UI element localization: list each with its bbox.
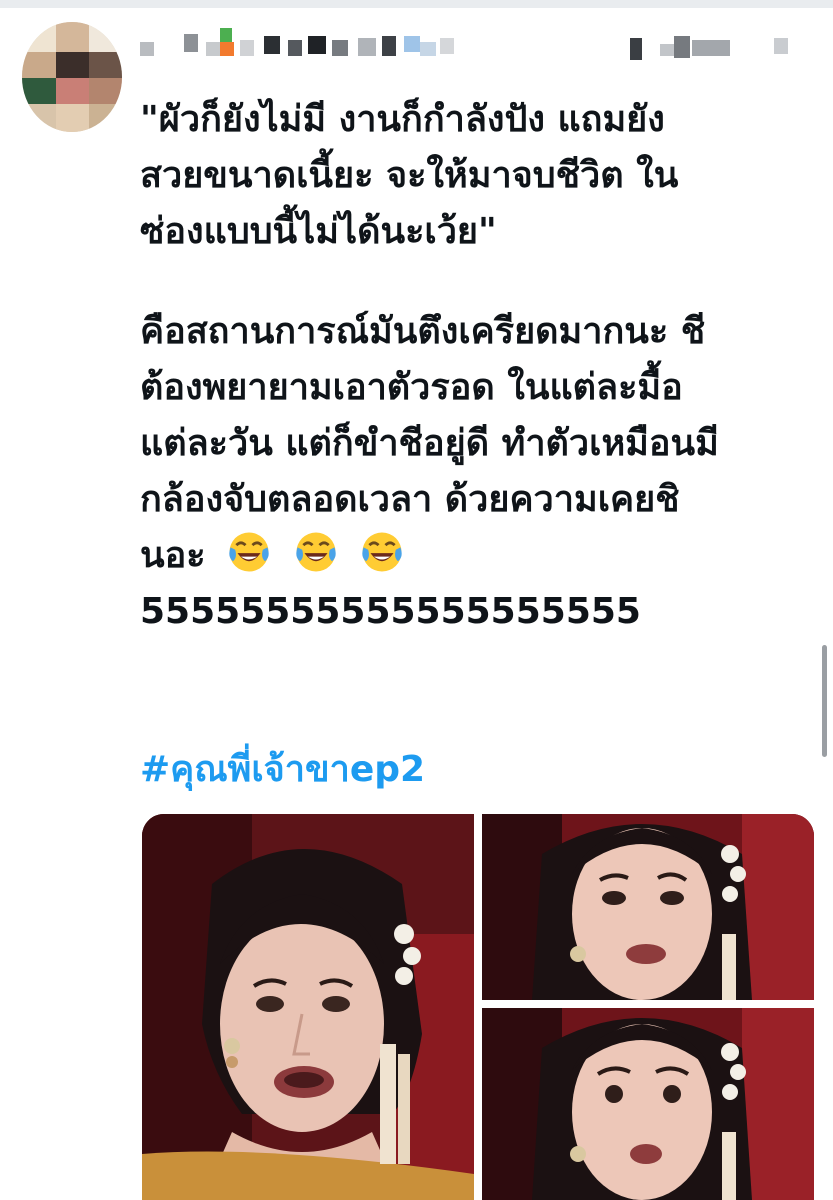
photo-woman-sideglance [482, 814, 814, 1000]
tweet-line: 55555555555555555555 [140, 591, 641, 632]
media-photo-main[interactable] [142, 814, 474, 1200]
face-with-tears-of-joy-icon [362, 532, 402, 572]
tweet-line: "ผัวก็ยังไม่มี งานก็กำลังปัง แถมยัง [140, 99, 665, 140]
face-with-tears-of-joy-icon [229, 532, 269, 572]
media-photo-top-right[interactable] [482, 814, 814, 1000]
hashtag-link[interactable]: #คุณพี่เจ้าขาep2 [140, 740, 425, 797]
scrollbar-thumb[interactable] [822, 645, 827, 757]
tweet-text: "ผัวก็ยังไม่มี งานก็กำลังปัง แถมยัง สวยข… [140, 92, 820, 640]
censored-username [140, 28, 820, 68]
photo-woman-startled [482, 1008, 814, 1200]
tweet-line: กล้องจับตลอดเวลา ด้วยความเคยชิ [140, 479, 680, 520]
top-divider [0, 0, 833, 8]
tweet-line-with-emoji: นอะ [140, 528, 820, 584]
tweet-line: ต้องพยายามเอาตัวรอด ในแต่ละมื้อ [140, 367, 683, 408]
photo-woman-shocked [142, 814, 474, 1200]
avatar[interactable] [22, 22, 122, 132]
media-grid [142, 814, 814, 1200]
media-photo-bottom-right[interactable] [482, 1008, 814, 1200]
tweet-line: แต่ละวัน แต่ก็ขำชีอยู่ดี ทำตัวเหมือนมี [140, 423, 719, 464]
face-with-tears-of-joy-icon [295, 532, 336, 572]
tweet-line: คือสถานการณ์มันตึงเครียดมากนะ ชี [140, 311, 706, 352]
tweet-line: สวยขนาดเนี้ยะ จะให้มาจบชีวิต ใน [140, 155, 679, 196]
tweet-line: ซ่องแบบนี้ไม่ได้นะเว้ย" [140, 211, 497, 252]
tweet-line: นอะ [140, 535, 206, 576]
